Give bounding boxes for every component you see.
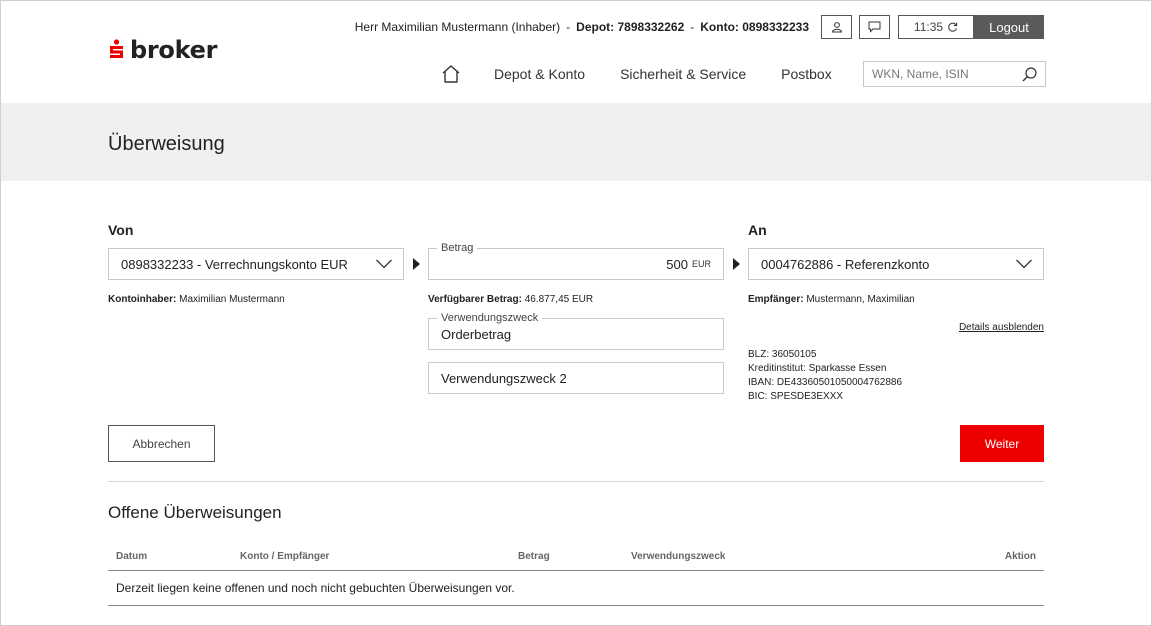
- user-name: Herr Maximilian Mustermann (Inhaber): [354, 20, 561, 34]
- to-label: An: [748, 222, 767, 238]
- brand-name: broker: [130, 36, 218, 64]
- bank-blz: BLZ: 36050105: [748, 349, 817, 360]
- details-toggle-link[interactable]: Details ausblenden: [959, 322, 1044, 333]
- session-time: 11:35: [913, 20, 944, 34]
- purpose-value: Orderbetrag: [441, 326, 512, 342]
- amount-currency: EUR: [691, 259, 711, 269]
- cancel-button[interactable]: Abbrechen: [108, 425, 215, 462]
- home-icon[interactable]: [440, 63, 462, 85]
- from-account-value: 0898332233 - Verrechnungskonto EUR: [121, 256, 348, 272]
- available-label: Verfügbarer Betrag:: [428, 294, 522, 305]
- arrow-right-icon: [733, 258, 740, 270]
- bank-name: Kreditinstitut: Sparkasse Essen: [748, 363, 887, 374]
- logout-button[interactable]: Logout: [974, 15, 1044, 39]
- arrow-right-icon: [413, 258, 420, 270]
- purpose-field[interactable]: Verwendungszweck Orderbetrag: [428, 311, 724, 350]
- bank-iban: IBAN: DE43360501050004762886: [748, 377, 903, 388]
- session-timer[interactable]: 11:35: [898, 15, 974, 39]
- refresh-icon[interactable]: [947, 22, 958, 33]
- owner-name: Maximilian Mustermann: [179, 294, 285, 305]
- chevron-down-icon: [376, 259, 392, 269]
- konto-label: Konto:: [700, 20, 739, 34]
- chevron-down-icon: [1016, 259, 1032, 269]
- nav-item-postbox[interactable]: Postbox: [781, 66, 832, 82]
- table-empty-message: Derzeit liegen keine offenen und noch ni…: [116, 581, 515, 595]
- main-nav: Depot & Konto Sicherheit & Service Postb…: [440, 62, 867, 86]
- column-header-datum: Datum: [116, 551, 148, 562]
- depot-label: Depot:: [576, 20, 615, 34]
- divider: [108, 481, 1044, 482]
- search-icon[interactable]: [1021, 66, 1038, 83]
- message-icon: [868, 21, 881, 33]
- purpose-2-field[interactable]: Verwendungszweck 2: [428, 362, 724, 394]
- to-account-value: 0004762886 - Referenzkonto: [761, 256, 930, 272]
- column-header-konto: Konto / Empfänger: [240, 551, 330, 562]
- available-amount: 46.877,45 EUR: [524, 294, 594, 305]
- recipient-label: Empfänger:: [748, 294, 804, 305]
- purpose-2-placeholder: Verwendungszweck 2: [441, 370, 567, 386]
- from-label: Von: [108, 222, 134, 238]
- user-info: Herr Maximilian Mustermann (Inhaber) - Dep…: [354, 20, 809, 34]
- page-title: Überweisung: [108, 133, 225, 155]
- search-input[interactable]: [864, 67, 1014, 81]
- amount-value: 500: [666, 256, 688, 272]
- owner-label: Kontoinhaber:: [108, 294, 177, 305]
- title-band: Überweisung: [1, 103, 1151, 181]
- column-header-aktion: Aktion: [1004, 551, 1036, 562]
- open-transfers-title: Offene Überweisungen: [108, 503, 282, 522]
- messages-button[interactable]: [859, 15, 890, 39]
- user-icon: [831, 22, 842, 33]
- nav-item-depot-konto[interactable]: Depot & Konto: [494, 66, 585, 82]
- recipient-info: Empfänger: Mustermann, Maximilian: [748, 293, 915, 306]
- konto-number: 0898332233: [742, 20, 809, 34]
- table-bottom-divider: [108, 605, 1044, 606]
- table-header-divider: [108, 570, 1044, 571]
- available-amount-info: Verfügbarer Betrag: 46.877,45 EUR: [428, 293, 593, 306]
- brand-logo[interactable]: broker: [108, 37, 217, 63]
- amount-field[interactable]: Betrag 500 EUR: [428, 241, 724, 280]
- window-frame: [0, 0, 1152, 626]
- next-button[interactable]: Weiter: [960, 425, 1044, 462]
- sparkasse-s-icon: [110, 39, 123, 58]
- nav-item-sicherheit-service[interactable]: Sicherheit & Service: [620, 66, 746, 82]
- purpose-legend: Verwendungszweck: [437, 311, 543, 325]
- from-account-select[interactable]: 0898332233 - Verrechnungskonto EUR: [108, 248, 404, 280]
- search-box: [863, 61, 1046, 87]
- column-header-betrag: Betrag: [518, 551, 550, 562]
- profile-button[interactable]: [821, 15, 852, 39]
- depot-number: 7898332262: [617, 20, 685, 34]
- bank-bic: BIC: SPESDE3EXXX: [748, 391, 844, 402]
- to-account-select[interactable]: 0004762886 - Referenzkonto: [748, 248, 1044, 280]
- from-owner-info: Kontoinhaber: Maximilian Mustermann: [108, 293, 285, 306]
- column-header-verwendungszweck: Verwendungszweck: [631, 551, 726, 562]
- amount-legend: Betrag: [437, 241, 478, 255]
- recipient-name: Mustermann, Maximilian: [806, 294, 915, 305]
